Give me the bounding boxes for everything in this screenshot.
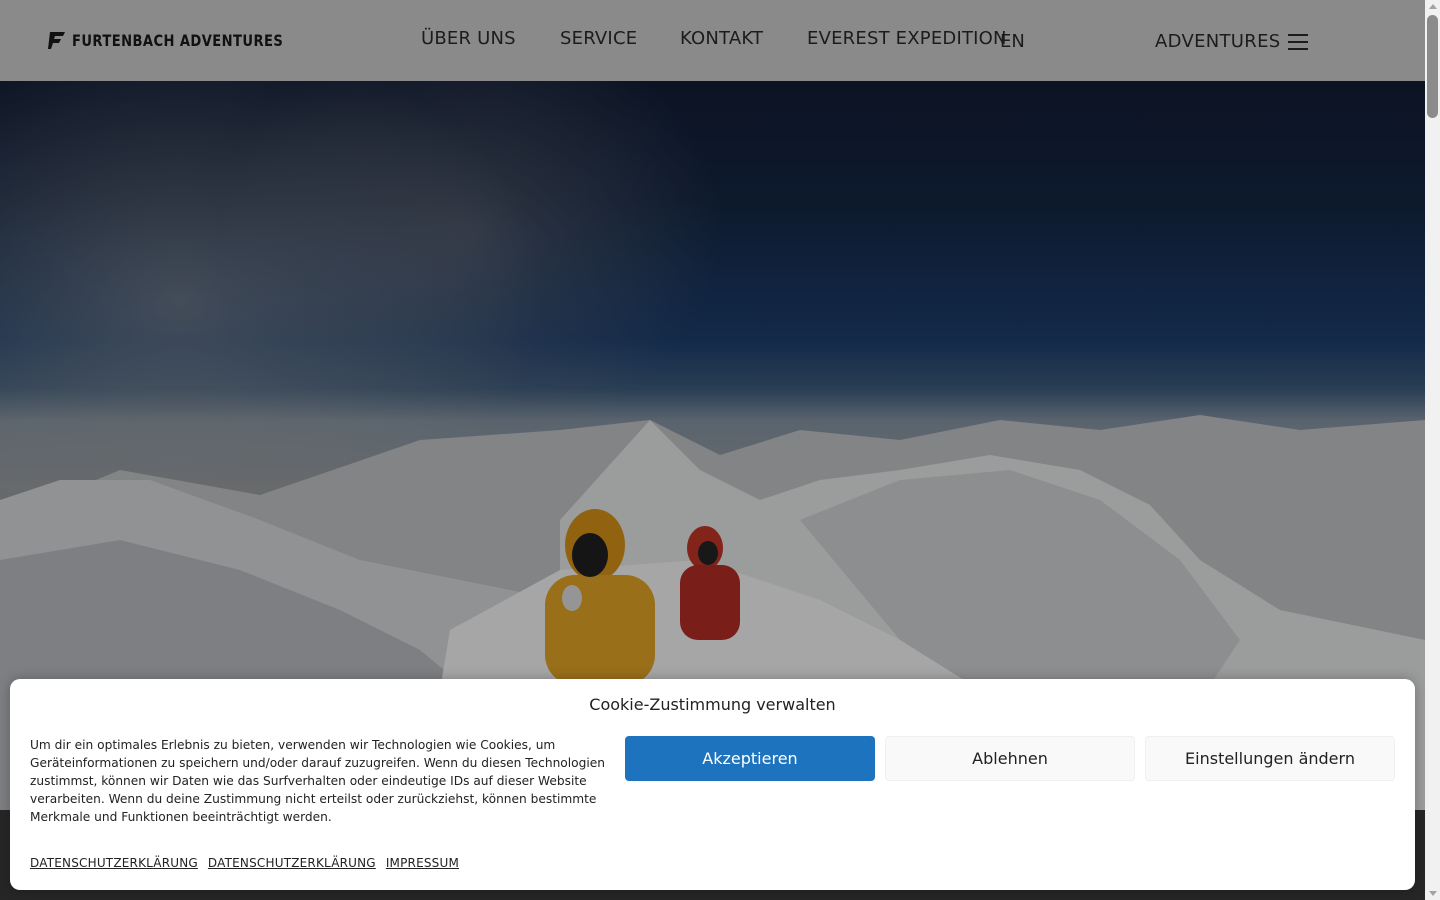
site-logo[interactable]: FURTENBACH ADVENTURES — [48, 30, 330, 50]
furtenbach-logo-icon — [48, 32, 65, 49]
page-scrollbar[interactable] — [1425, 0, 1440, 900]
scrollbar-thumb[interactable] — [1427, 15, 1438, 118]
nav-item-ueber-uns[interactable]: ÜBER UNS — [421, 28, 516, 49]
accept-cookies-button[interactable]: Akzeptieren — [625, 736, 875, 781]
adventures-menu-button[interactable]: ADVENTURES — [1155, 31, 1309, 52]
scroll-down-arrow-icon[interactable] — [1429, 891, 1437, 896]
nav-item-service[interactable]: SERVICE — [560, 28, 637, 49]
site-header: FURTENBACH ADVENTURES ÜBER UNS SERVICE K… — [0, 0, 1425, 81]
privacy-policy-link[interactable]: DATENSCHUTZERKLÄRUNG — [30, 856, 198, 870]
nav-item-kontakt[interactable]: KONTAKT — [680, 28, 763, 49]
imprint-link[interactable]: IMPRESSUM — [386, 856, 459, 870]
deny-cookies-button[interactable]: Ablehnen — [885, 736, 1135, 781]
cookie-banner-links: DATENSCHUTZERKLÄRUNG DATENSCHUTZERKLÄRUN… — [30, 856, 459, 870]
cookie-banner-title: Cookie-Zustimmung verwalten — [589, 695, 836, 714]
nav-item-everest-expedition[interactable]: EVEREST EXPEDITION — [807, 28, 1007, 49]
cookie-banner-text: Um dir ein optimales Erlebnis zu bieten,… — [30, 738, 605, 824]
language-switcher[interactable]: EN — [1000, 31, 1025, 52]
scroll-up-arrow-icon[interactable] — [1429, 4, 1437, 9]
adventures-label: ADVENTURES — [1155, 31, 1281, 52]
privacy-policy-link-2[interactable]: DATENSCHUTZERKLÄRUNG — [208, 856, 376, 870]
hamburger-menu-icon — [1288, 33, 1309, 50]
cookie-consent-banner: Cookie-Zustimmung verwalten Um dir ein o… — [10, 679, 1415, 890]
cookie-settings-button[interactable]: Einstellungen ändern — [1145, 736, 1395, 781]
logo-text: FURTENBACH ADVENTURES — [72, 30, 284, 50]
